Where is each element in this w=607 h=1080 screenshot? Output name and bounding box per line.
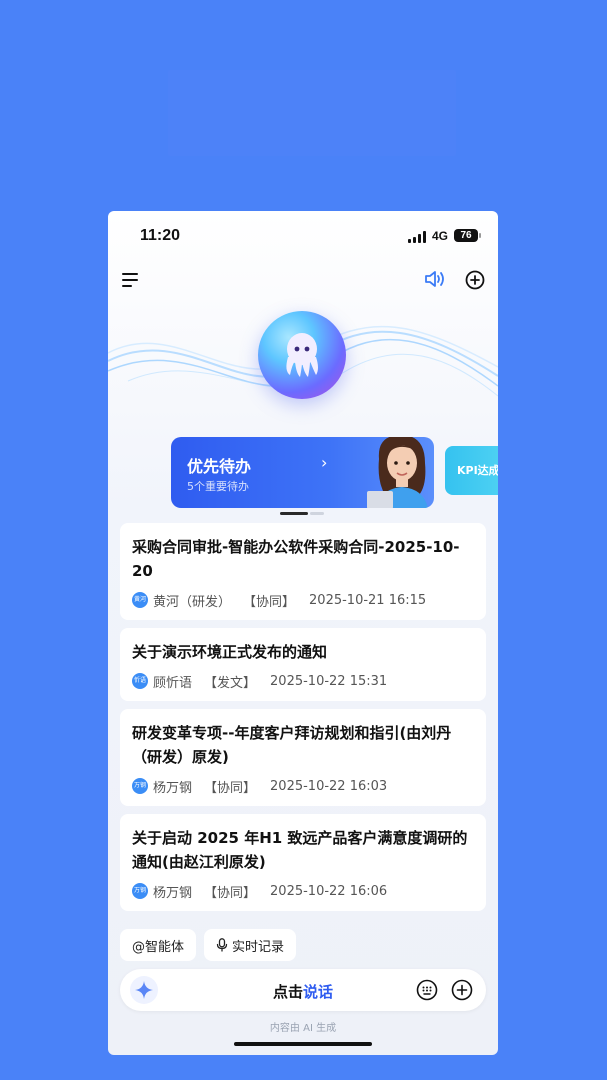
battery-icon: 76: [454, 229, 478, 242]
item-title: 关于启动 2025 年H1 致远产品客户满意度调研的通知(由赵江利原发): [132, 829, 468, 871]
item-author: 顾忻语: [153, 675, 193, 691]
voice-prefix: 点击: [272, 983, 303, 1001]
ai-disclaimer: 内容由 AI 生成: [269, 1023, 337, 1034]
network-type: 4G: [432, 229, 449, 243]
item-author: 黄河（研发）: [153, 594, 232, 610]
status-bar: 11:20 4G 76: [108, 211, 498, 263]
item-tag: 【协同】: [204, 885, 257, 901]
assistant-avatar: [367, 437, 428, 508]
item-author: 杨万钢: [153, 780, 193, 796]
carousel-indicator: [280, 512, 326, 515]
signal-icon: [408, 231, 426, 243]
priority-todo-card[interactable]: 优先待办 › 5个重要待办: [171, 437, 434, 508]
menu-icon[interactable]: [122, 272, 140, 288]
card-carousel: 优先待办 › 5个重要待办 KPI达成: [108, 437, 498, 517]
todo-list: 采购合同审批-智能办公软件采购合同-2025-10-20 黄河 黄河（研发） 【…: [120, 523, 486, 919]
list-item[interactable]: 关于启动 2025 年H1 致远产品客户满意度调研的通知(由赵江利原发) 万钢 …: [120, 814, 486, 911]
avatar: 黄河: [132, 592, 148, 608]
avatar: 忻语: [132, 673, 148, 689]
avatar: 万钢: [132, 778, 148, 794]
item-title: 关于演示环境正式发布的通知: [132, 643, 328, 661]
home-indicator[interactable]: [234, 1042, 372, 1046]
avatar: 万钢: [132, 883, 148, 899]
keyboard-icon[interactable]: [416, 979, 438, 1001]
record-chip-label: 实时记录: [232, 939, 285, 955]
item-time: 2025-10-22 16:06: [270, 883, 388, 899]
item-tag: 【发文】: [204, 675, 257, 691]
battery-tip: [479, 233, 481, 238]
item-meta: 万钢 杨万钢 【协同】 2025-10-22 16:06: [132, 881, 474, 901]
octopus-icon: [286, 333, 318, 377]
voice-input-bar[interactable]: 点击说话: [120, 969, 486, 1011]
item-title: 研发变革专项--年度客户拜访规划和指引(由刘丹（研发）原发): [132, 724, 452, 766]
chevron-right-icon: ›: [321, 453, 328, 472]
item-meta: 忻语 顾忻语 【发文】 2025-10-22 15:31: [132, 671, 474, 691]
background-banner: [168, 70, 456, 156]
plus-circle-icon[interactable]: [451, 979, 473, 1001]
list-item[interactable]: 采购合同审批-智能办公软件采购合同-2025-10-20 黄河 黄河（研发） 【…: [120, 523, 486, 620]
item-meta: 黄河 黄河（研发） 【协同】 2025-10-21 16:15: [132, 590, 474, 610]
kpi-card[interactable]: KPI达成: [445, 446, 498, 495]
speaker-icon[interactable]: [424, 269, 446, 289]
add-circle-icon[interactable]: [464, 269, 486, 291]
microphone-icon: [216, 938, 228, 952]
record-chip[interactable]: 实时记录: [204, 929, 297, 961]
assistant-mascot[interactable]: [258, 311, 346, 399]
item-author: 杨万钢: [153, 885, 193, 901]
priority-card-subtitle: 5个重要待办: [187, 480, 249, 493]
item-time: 2025-10-22 15:31: [270, 673, 388, 689]
item-time: 2025-10-21 16:15: [309, 592, 427, 608]
status-time: 11:20: [140, 227, 181, 244]
quick-chips: @智能体 实时记录: [120, 929, 297, 961]
item-tag: 【协同】: [204, 780, 257, 796]
item-time: 2025-10-22 16:03: [270, 778, 388, 794]
phone-screen: 11:20 4G 76 优先待办 › 5个重要待办 KPI达成 采购合同审批-智…: [108, 211, 498, 1055]
list-item[interactable]: 关于演示环境正式发布的通知 忻语 顾忻语 【发文】 2025-10-22 15:…: [120, 628, 486, 701]
kpi-card-title: KPI达成: [457, 464, 498, 477]
item-tag: 【协同】: [243, 594, 296, 610]
priority-card-title: 优先待办: [187, 457, 252, 476]
item-title: 采购合同审批-智能办公软件采购合同-2025-10-20: [132, 538, 460, 580]
list-item[interactable]: 研发变革专项--年度客户拜访规划和指引(由刘丹（研发）原发) 万钢 杨万钢 【协…: [120, 709, 486, 806]
voice-highlight: 说话: [303, 983, 334, 1001]
hero-area: [108, 301, 498, 431]
agent-chip-label: @智能体: [132, 939, 185, 955]
item-meta: 万钢 杨万钢 【协同】 2025-10-22 16:03: [132, 776, 474, 796]
agent-chip[interactable]: @智能体: [120, 929, 197, 961]
